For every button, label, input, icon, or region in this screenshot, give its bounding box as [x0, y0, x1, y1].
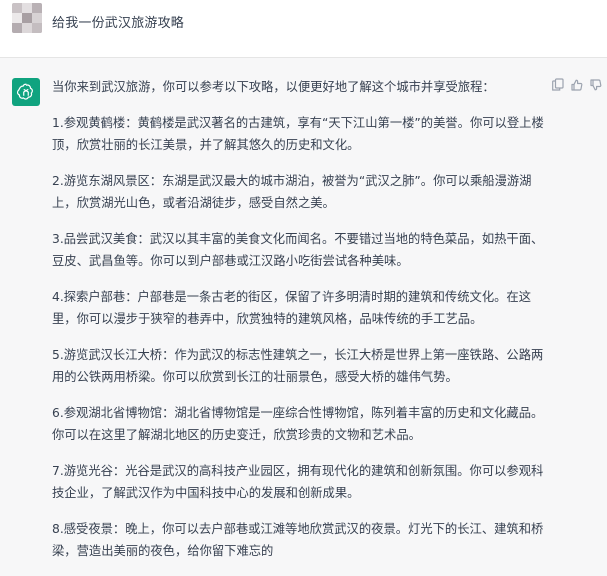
user-avatar — [12, 3, 42, 33]
list-item: 4.探索户部巷：户部巷是一条古老的街区，保留了许多明清时期的建筑和传统文化。在这… — [52, 290, 532, 326]
list-item: 3.品尝武汉美食：武汉以其丰富的美食文化而闻名。不要错过当地的特色菜品，如热干面… — [52, 232, 544, 268]
list-item: 1.参观黄鹤楼：黄鹤楼是武汉著名的古建筑，享有“天下江山第一楼”的美誉。你可以登… — [52, 116, 544, 152]
user-message-text: 给我一份武汉旅游攻略 — [52, 16, 185, 31]
openai-logo-icon — [12, 78, 40, 106]
thumbs-down-icon[interactable] — [589, 78, 602, 91]
thumbs-up-icon[interactable] — [570, 78, 583, 91]
user-message-row: 给我一份武汉旅游攻略 — [0, 0, 607, 58]
assistant-intro: 当你来到武汉旅游，你可以参考以下攻略，以便更好地了解这个城市并享受旅程： — [52, 80, 495, 94]
list-item: 2.游览东湖风景区：东湖是武汉最大的城市湖泊，被誉为“武汉之肺”。你可以乘船漫游… — [52, 174, 532, 210]
assistant-message-text: 当你来到武汉旅游，你可以参考以下攻略，以便更好地了解这个城市并享受旅程： 1.参… — [52, 76, 547, 576]
list-item: 5.游览武汉长江大桥：作为武汉的标志性建筑之一，长江大桥是世界上第一座铁路、公路… — [52, 348, 544, 384]
list-item: 7.游览光谷：光谷是武汉的高科技产业园区，拥有现代化的建筑和创新氛围。你可以参观… — [52, 464, 544, 500]
list-item: 8.感受夜景：晚上，你可以去户部巷或江滩等地欣赏武汉的夜景。灯光下的长江、建筑和… — [52, 522, 544, 558]
assistant-message-row: 当你来到武汉旅游，你可以参考以下攻略，以便更好地了解这个城市并享受旅程： 1.参… — [0, 58, 607, 571]
message-actions — [551, 78, 602, 91]
copy-icon[interactable] — [551, 78, 564, 91]
list-item: 6.参观湖北省博物馆：湖北省博物馆是一座综合性博物馆，陈列着丰富的历史和文化藏品… — [52, 406, 544, 442]
